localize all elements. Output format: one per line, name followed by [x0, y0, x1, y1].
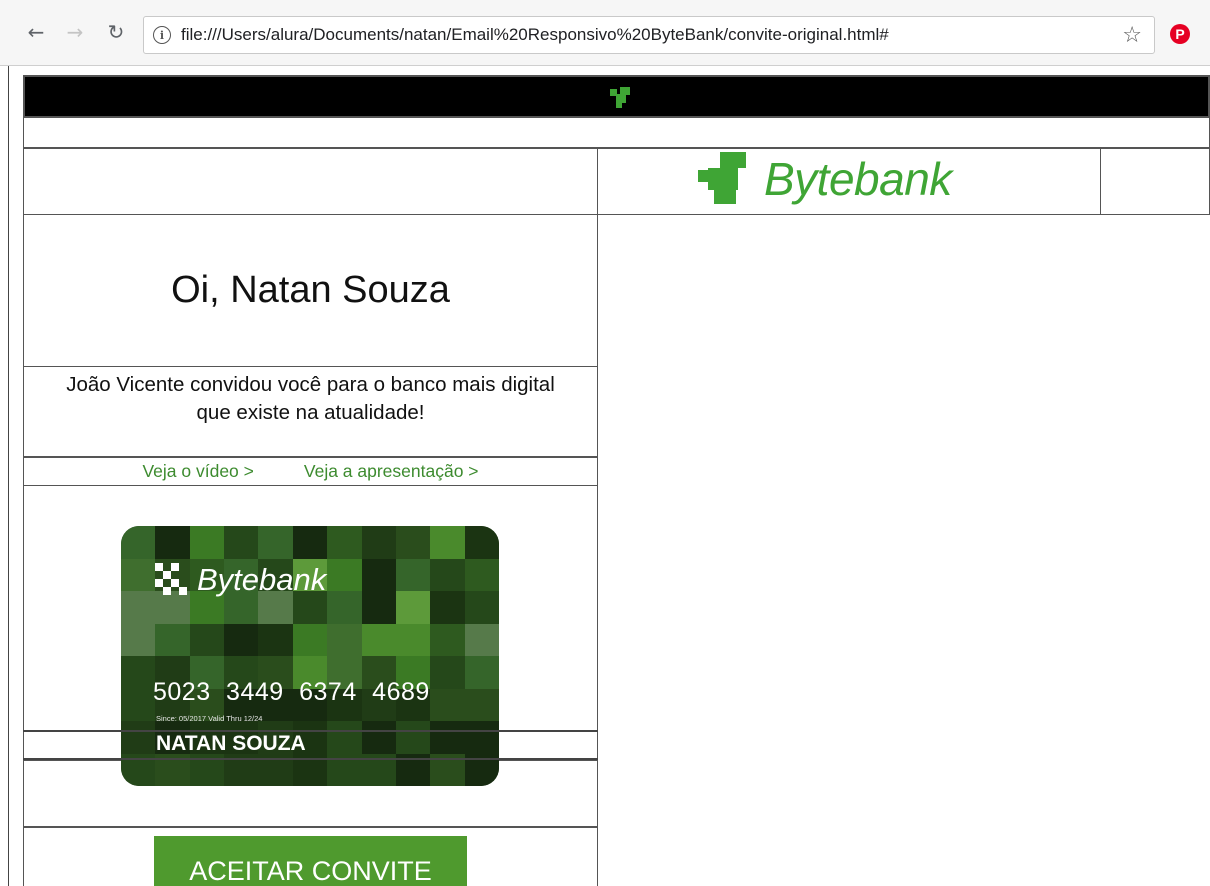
address-bar[interactable]: i file:///Users/alura/Documents/natan/Em…: [143, 16, 1155, 54]
card-tile: [464, 591, 499, 624]
card-tile: [189, 526, 225, 559]
card-tile: [430, 526, 465, 559]
header-right-cell: [1100, 147, 1210, 215]
card-tile: [395, 591, 431, 624]
browser-toolbar: ← → ↻ i file:///Users/alura/Documents/na…: [0, 0, 1210, 66]
card-tile: [224, 623, 259, 656]
invite-line-1: João Vicente convidou você para o banco …: [66, 373, 555, 396]
card-tile: [155, 623, 190, 656]
invite-text: João Vicente convidou você para o banco …: [24, 371, 597, 427]
card-tile: [327, 558, 362, 591]
card-tile: [464, 558, 499, 591]
card-tile: [327, 721, 362, 754]
card-tile: [189, 623, 225, 656]
card-tile: [464, 688, 499, 721]
bytebank-logo-text: Bytebank: [764, 153, 952, 205]
card-tile: [258, 526, 293, 559]
card-tile: [327, 526, 362, 559]
info-icon[interactable]: i: [153, 26, 171, 44]
card-logo-icon: [155, 563, 187, 595]
card-dates: Since: 05/2017 Valid Thru 12/24: [156, 714, 263, 723]
reload-button[interactable]: ↻: [104, 20, 128, 44]
card-tile: [258, 623, 293, 656]
card-tile: [464, 526, 499, 559]
card-tile: [464, 656, 499, 689]
spacer-row: [23, 118, 1210, 149]
card-tile: [430, 656, 465, 689]
card-tile: [361, 526, 396, 559]
invite-cell: João Vicente convidou você para o banco …: [23, 366, 598, 458]
card-tile: [395, 721, 431, 754]
card-tile: [121, 656, 156, 689]
card-tile: [361, 721, 396, 754]
card-tile: [395, 558, 431, 591]
address-url[interactable]: file:///Users/alura/Documents/natan/Emai…: [181, 25, 889, 45]
card-tile: [224, 526, 259, 559]
card-tile: [327, 623, 362, 656]
header-left-cell: [23, 147, 598, 215]
accept-invite-button[interactable]: ACEITAR CONVITE: [154, 836, 467, 886]
email-top-bar: [23, 75, 1210, 118]
bytebank-logo: Bytebank: [698, 152, 952, 206]
card-tile: [121, 623, 156, 656]
video-link[interactable]: Veja o vídeo >: [142, 461, 253, 482]
bytebank-logo-icon: [698, 152, 746, 204]
card-tile: [292, 526, 328, 559]
forward-button[interactable]: →: [63, 20, 87, 44]
presentation-link[interactable]: Veja a apresentação >: [304, 461, 479, 482]
card-logo: Bytebank: [155, 562, 326, 598]
card-tile: [430, 558, 465, 591]
card-holder-name: NATAN SOUZA: [156, 732, 306, 755]
pinterest-icon[interactable]: P: [1170, 24, 1190, 44]
card-tile: [430, 623, 465, 656]
table-divider: [23, 730, 598, 732]
greeting-heading: Oi, Natan Souza: [171, 269, 450, 311]
greeting-cell: Oi, Natan Souza: [23, 214, 598, 367]
card-brand-text: Bytebank: [197, 562, 327, 597]
invite-line-2: que existe na atualidade!: [196, 401, 425, 424]
bytebank-mark-icon: [610, 87, 630, 108]
card-tile: [395, 623, 431, 656]
card-tile: [430, 591, 465, 624]
card-tile: [121, 591, 156, 624]
card-tile: [464, 623, 499, 656]
table-divider: [23, 758, 598, 760]
card-tile: [121, 721, 156, 754]
card-tile: [464, 721, 499, 754]
star-icon[interactable]: ☆: [1122, 23, 1142, 48]
window-edge: [8, 66, 9, 886]
card-tile: [121, 558, 156, 591]
card-number: 5023 3449 6374 4689: [153, 678, 430, 706]
back-button[interactable]: ←: [24, 20, 48, 44]
card-tile: [155, 526, 190, 559]
card-tile: [430, 688, 465, 721]
reload-icon: ↻: [107, 20, 125, 44]
card-tile: [327, 591, 362, 624]
card-tile: [361, 558, 396, 591]
header-logo-cell: Bytebank: [597, 147, 1101, 215]
card-tile: [121, 688, 156, 721]
card-tile: [395, 526, 431, 559]
arrow-left-icon: ←: [27, 20, 45, 44]
arrow-right-icon: →: [66, 20, 84, 44]
card-tile: [430, 721, 465, 754]
card-tile: [292, 623, 328, 656]
card-tile: [361, 623, 396, 656]
card-tile: [361, 591, 396, 624]
card-tile: [121, 526, 156, 559]
credit-card-image: Bytebank 5023 3449 6374 4689 Since: 05/2…: [121, 526, 499, 786]
links-cell: Veja o vídeo > Veja a apresentação >: [23, 456, 598, 486]
